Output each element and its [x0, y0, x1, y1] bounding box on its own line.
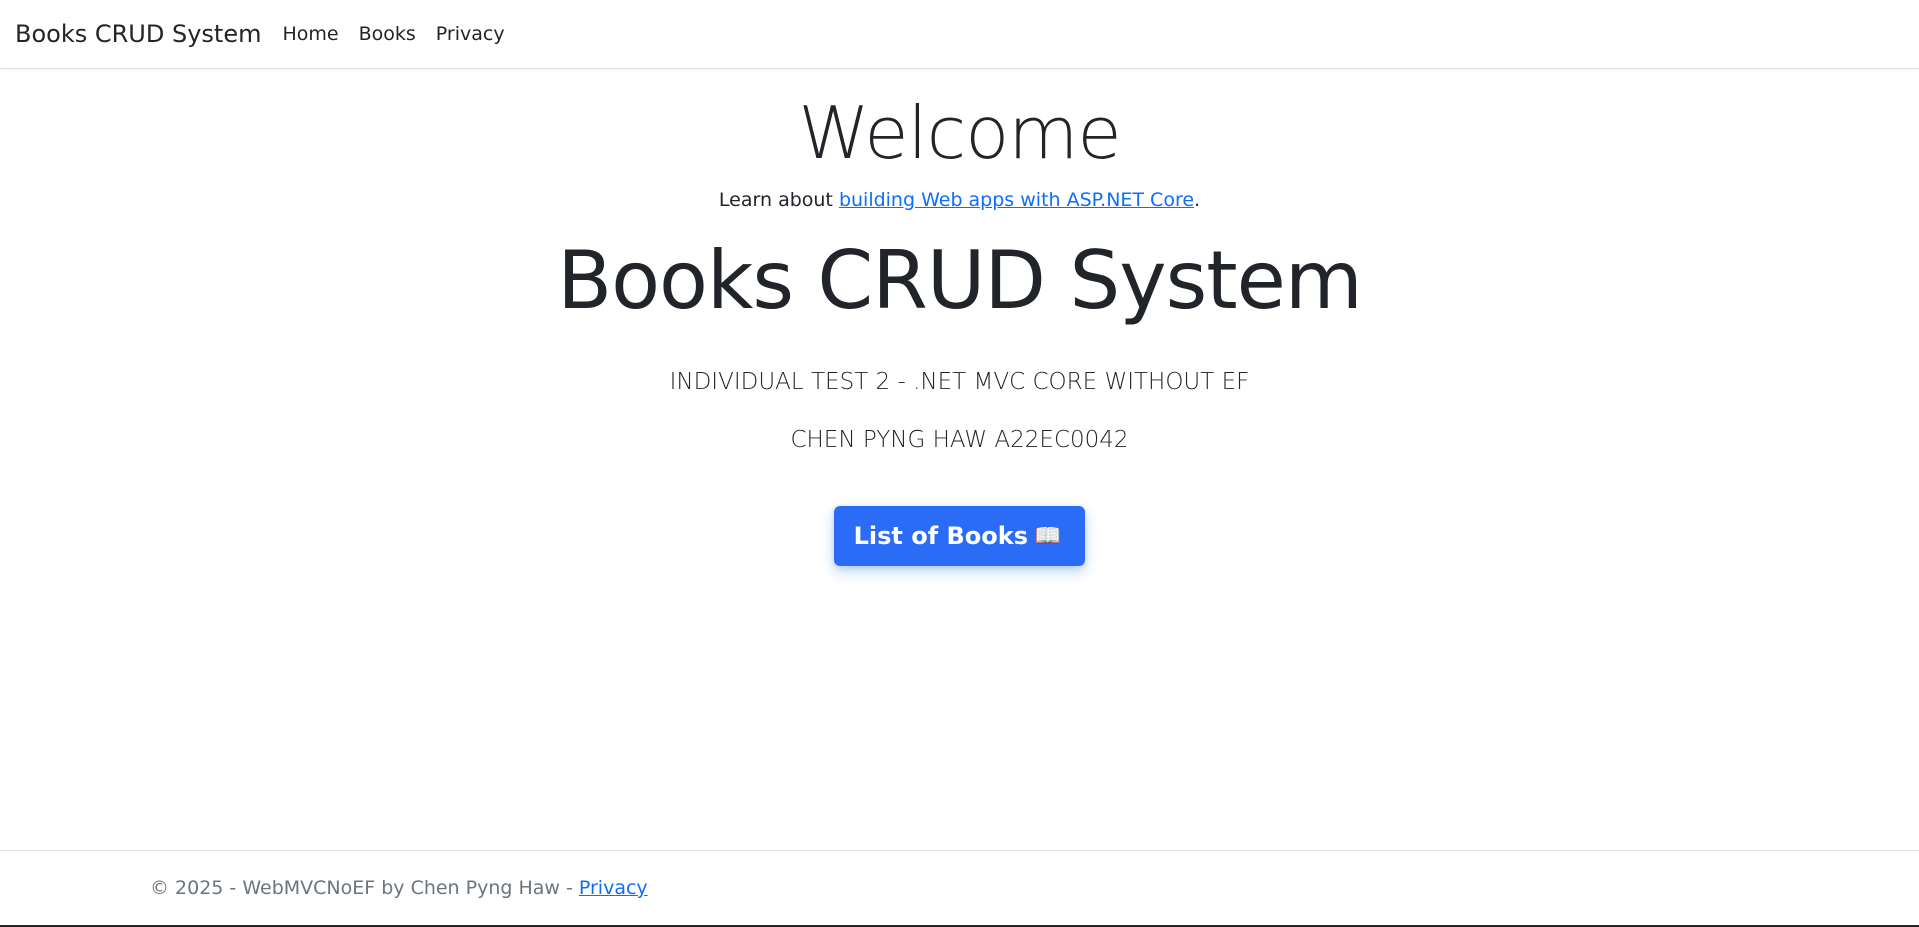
learn-about-text: Learn about building Web apps with ASP.N…	[0, 189, 1919, 211]
test-subtitle: INDIVIDUAL TEST 2 - .NET MVC CORE WITHOU…	[669, 369, 1250, 395]
list-of-books-label: List of Books	[853, 522, 1029, 551]
open-book-icon: 📖	[1034, 523, 1062, 549]
nav-link-privacy[interactable]: Privacy	[436, 23, 505, 45]
list-of-books-button[interactable]: List of Books 📖	[833, 506, 1086, 567]
aspnet-core-link[interactable]: building Web apps with ASP.NET Core	[839, 189, 1194, 211]
welcome-heading: Welcome	[798, 91, 1121, 175]
button-wrapper: List of Books 📖	[0, 506, 1919, 567]
system-title: Books CRUD System	[557, 234, 1363, 327]
footer-copyright: © 2025 - WebMVCNoEF by Chen Pyng Haw -	[150, 877, 573, 899]
page-footer: © 2025 - WebMVCNoEF by Chen Pyng Haw - P…	[0, 850, 1919, 927]
main-content: Welcome Learn about building Web apps wi…	[0, 69, 1919, 567]
top-navbar: Books CRUD System Home Books Privacy	[0, 0, 1919, 69]
nav-link-home[interactable]: Home	[282, 23, 338, 45]
learn-suffix: .	[1194, 189, 1201, 211]
brand-link[interactable]: Books CRUD System	[15, 20, 261, 48]
footer-privacy-link[interactable]: Privacy	[579, 877, 648, 899]
nav-link-books[interactable]: Books	[359, 23, 416, 45]
student-info: CHEN PYNG HAW A22EC0042	[790, 426, 1129, 453]
learn-prefix: Learn about	[718, 189, 839, 211]
